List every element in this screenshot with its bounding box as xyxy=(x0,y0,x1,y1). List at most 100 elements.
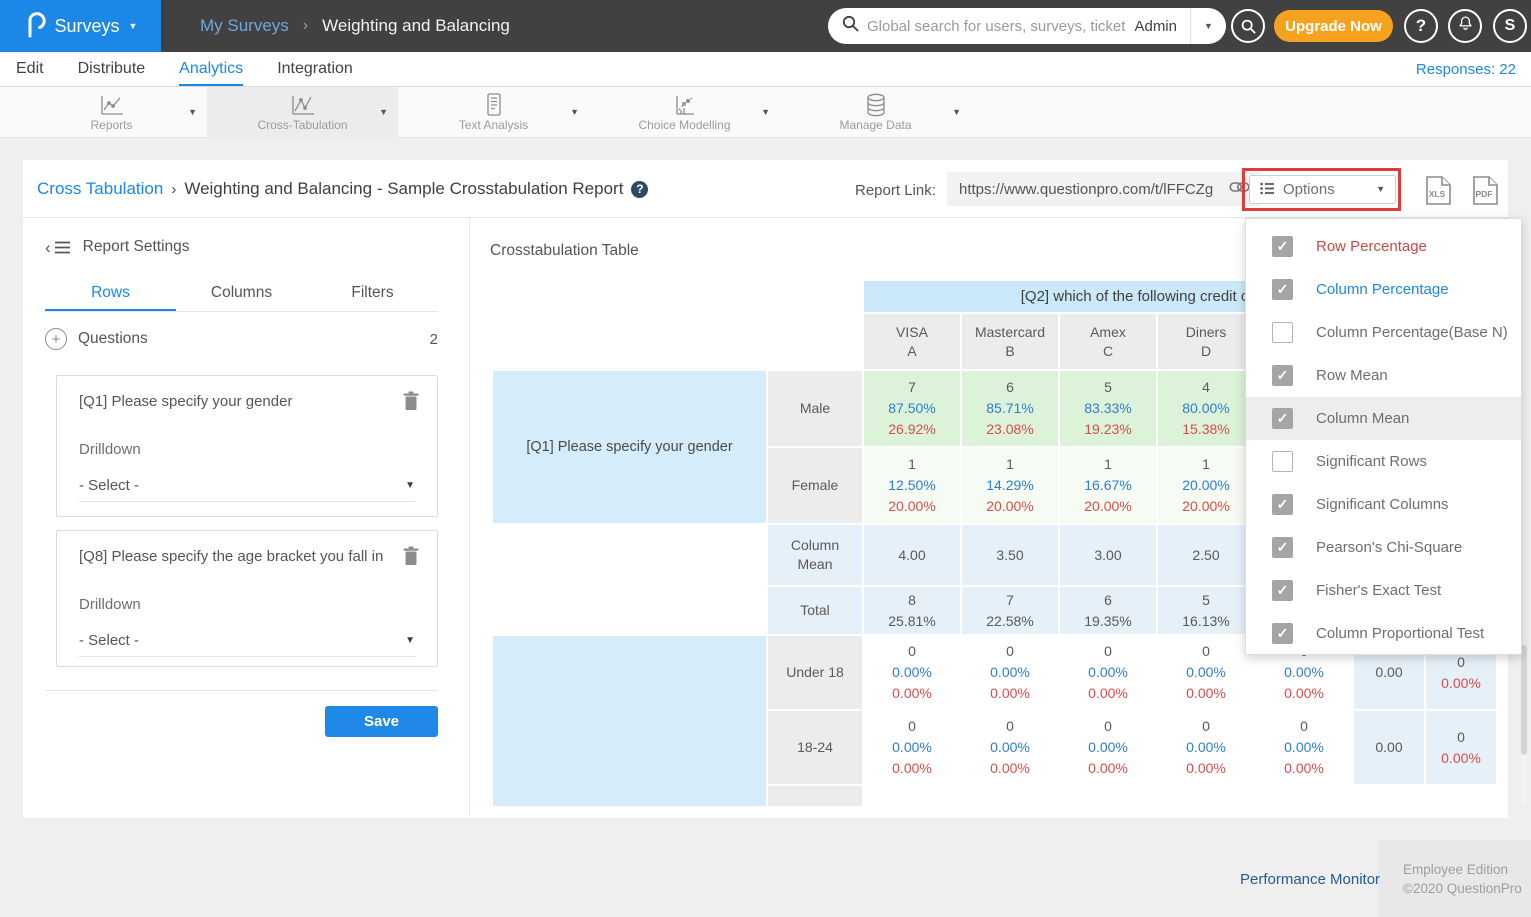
options-button[interactable]: Options ▼ xyxy=(1249,175,1396,204)
data-cell: 825.81% xyxy=(864,587,960,634)
checkbox-checked-icon[interactable]: ✓ xyxy=(1272,494,1293,515)
checkbox-checked-icon[interactable]: ✓ xyxy=(1272,537,1293,558)
option-label: Row Percentage xyxy=(1316,238,1427,255)
toolbar-item-cross-tabulation[interactable]: Cross-Tabulation ▼ xyxy=(207,87,398,138)
title-separator: › xyxy=(171,181,176,198)
data-cell: 00.00%0.00% xyxy=(1158,636,1254,709)
export-pdf-button[interactable]: PDF xyxy=(1472,175,1499,211)
breadcrumb-my-surveys[interactable]: My Surveys xyxy=(200,16,289,36)
tab-distribute[interactable]: Distribute xyxy=(78,52,146,86)
avatar-initial: S xyxy=(1505,17,1516,35)
drilldown-select[interactable]: - Select - ▼ xyxy=(79,625,415,657)
checkbox-checked-icon[interactable]: ✓ xyxy=(1272,365,1293,386)
tab-filters[interactable]: Filters xyxy=(307,280,438,311)
upgrade-now-button[interactable]: Upgrade Now xyxy=(1274,10,1393,42)
option-label: Pearson's Chi-Square xyxy=(1316,539,1462,556)
export-xls-button[interactable]: XLS xyxy=(1425,175,1452,211)
toolbar-label: Manage Data xyxy=(780,118,971,132)
user-avatar[interactable]: S xyxy=(1493,9,1527,43)
search-scope-dropdown[interactable]: ▼ xyxy=(1190,8,1226,44)
option-item-fisher-s-exact-test[interactable]: ✓Fisher's Exact Test xyxy=(1246,569,1521,612)
tab-edit[interactable]: Edit xyxy=(16,52,44,86)
questions-label: Questions xyxy=(78,330,419,348)
option-item-pearson-s-chi-square[interactable]: ✓ Pearson's Chi-Square xyxy=(1246,526,1521,569)
option-item-column-percentage-base-n[interactable]: Column Percentage(Base N) xyxy=(1246,311,1521,354)
report-link-field[interactable]: https://www.questionpro.com/t/lFFCZg xyxy=(947,172,1260,206)
data-cell: 00.00%0.00% xyxy=(864,711,960,784)
data-cell: 112.50%20.00% xyxy=(864,448,960,523)
product-switcher[interactable]: Surveys ▼ xyxy=(0,0,161,52)
checkbox-unchecked-icon[interactable] xyxy=(1272,322,1293,343)
edition-label: Employee Edition xyxy=(1403,860,1531,879)
data-cell: 516.13% xyxy=(1158,587,1254,634)
option-item-significant-columns[interactable]: ✓Significant Columns xyxy=(1246,483,1521,526)
row-total-cell: 00.00% xyxy=(1426,711,1496,784)
search-submit-button[interactable] xyxy=(1231,9,1265,43)
data-cell: 787.50%26.92% xyxy=(864,371,960,446)
analytics-toolbar: Reports ▼ Cross-Tabulation ▼ Text Analys… xyxy=(0,87,1531,138)
checkbox-checked-icon[interactable]: ✓ xyxy=(1272,279,1293,300)
toolbar-item-manage-data[interactable]: Manage Data ▼ xyxy=(780,87,971,138)
question-card-q1: [Q1] Please specify your gender Drilldow… xyxy=(56,375,438,517)
page-title: Weighting and Balancing - Sample Crossta… xyxy=(184,179,623,199)
chevron-down-icon[interactable]: ▼ xyxy=(761,108,770,117)
drilldown-select[interactable]: - Select - ▼ xyxy=(79,470,415,502)
checkbox-checked-icon[interactable]: ✓ xyxy=(1272,408,1293,429)
option-item-column-mean[interactable]: ✓Column Mean xyxy=(1246,397,1521,440)
cross-tabulation-link[interactable]: Cross Tabulation xyxy=(37,179,163,199)
title-help-icon[interactable]: ? xyxy=(631,181,648,198)
option-item-row-percentage[interactable]: ✓ Row Percentage xyxy=(1246,225,1521,268)
help-button[interactable]: ? xyxy=(1404,9,1438,43)
chevron-down-icon[interactable]: ▼ xyxy=(952,108,961,117)
data-cell: 114.29%20.00% xyxy=(962,448,1058,523)
data-cell: 116.67%20.00% xyxy=(1060,448,1156,523)
delete-question-icon[interactable] xyxy=(403,391,419,416)
collapse-panel-icon[interactable]: ‹ xyxy=(45,239,71,256)
breadcrumb-current-survey: Weighting and Balancing xyxy=(322,16,510,36)
report-header: Cross Tabulation › Weighting and Balanci… xyxy=(23,160,1508,218)
report-url[interactable]: https://www.questionpro.com/t/lFFCZg xyxy=(959,181,1229,198)
save-button[interactable]: Save xyxy=(325,706,438,737)
drilldown-value: - Select - xyxy=(79,477,405,494)
performance-monitor-link[interactable]: Performance Monitor xyxy=(1240,871,1380,888)
toolbar-item-reports[interactable]: Reports ▼ xyxy=(16,87,207,138)
checkbox-checked-icon[interactable]: ✓ xyxy=(1272,580,1293,601)
delete-question-icon[interactable] xyxy=(403,546,419,571)
chevron-down-icon: ▼ xyxy=(405,636,415,646)
product-name: Surveys xyxy=(55,16,120,37)
question-text: [Q1] Please specify your gender xyxy=(79,393,387,410)
global-search-input[interactable] xyxy=(859,18,1134,35)
option-item-column-percentage[interactable]: ✓Column Percentage xyxy=(1246,268,1521,311)
row-mean-cell: 0.00 xyxy=(1354,711,1424,784)
report-settings-panel: ‹ Report Settings Rows Columns Filters +… xyxy=(23,218,470,818)
tab-analytics[interactable]: Analytics xyxy=(179,52,243,86)
checkbox-checked-icon[interactable]: ✓ xyxy=(1272,236,1293,257)
option-label: Row Mean xyxy=(1316,367,1388,384)
toolbar-item-text-analysis[interactable]: Text Analysis ▼ xyxy=(398,87,589,138)
chevron-down-icon[interactable]: ▼ xyxy=(379,108,388,117)
table-scrollbar[interactable] xyxy=(1521,645,1527,805)
breadcrumb: My Surveys › Weighting and Balancing xyxy=(200,0,510,52)
checkbox-checked-icon[interactable]: ✓ xyxy=(1272,623,1293,644)
add-question-icon[interactable]: + xyxy=(45,328,67,350)
options-dropdown-menu: ✓ Row Percentage ✓Column PercentageColumn … xyxy=(1245,218,1522,655)
notifications-button[interactable] xyxy=(1448,9,1482,43)
scrollbar-thumb[interactable] xyxy=(1521,645,1527,755)
tab-columns[interactable]: Columns xyxy=(176,280,307,311)
toolbar-item-choice-modelling[interactable]: Choice Modelling ▼ xyxy=(589,87,780,138)
tab-integration[interactable]: Integration xyxy=(277,52,353,86)
tab-rows[interactable]: Rows xyxy=(45,280,176,311)
checkbox-unchecked-icon[interactable] xyxy=(1272,451,1293,472)
chevron-down-icon[interactable]: ▼ xyxy=(188,108,197,117)
toolbar-label: Reports xyxy=(16,118,207,132)
row-group-q8-label xyxy=(493,636,766,806)
list-icon xyxy=(1260,182,1275,198)
option-item-significant-rows[interactable]: Significant Rows xyxy=(1246,440,1521,483)
data-cell: 619.35% xyxy=(1060,587,1156,634)
chevron-down-icon[interactable]: ▼ xyxy=(570,108,579,117)
option-item-column-proportional-test[interactable]: ✓Column Proportional Test xyxy=(1246,612,1521,655)
row-label-18-24: 18-24 xyxy=(768,711,862,784)
option-item-row-mean[interactable]: ✓ Row Mean xyxy=(1246,354,1521,397)
settings-tabs: Rows Columns Filters xyxy=(45,280,438,312)
database-icon xyxy=(780,92,971,120)
